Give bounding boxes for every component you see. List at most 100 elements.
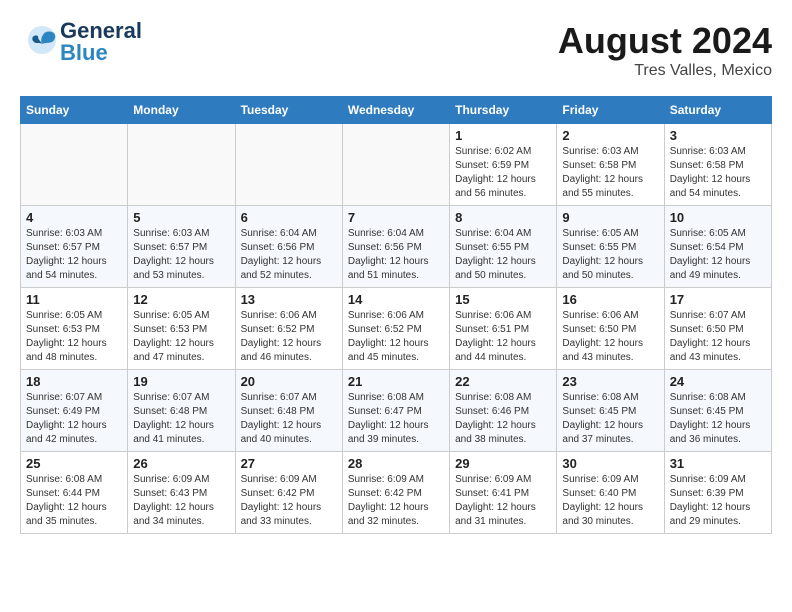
calendar-cell: 20 Sunrise: 6:07 AMSunset: 6:48 PMDayligh… (235, 370, 342, 452)
calendar-cell: 4 Sunrise: 6:03 AMSunset: 6:57 PMDaylight… (21, 206, 128, 288)
calendar-cell: 15Sunrise: 6:06 AMSunset: 6:51 PMDayligh… (450, 288, 557, 370)
day-number: 16 (562, 292, 658, 307)
sun-info: Sunrise: 6:05 AMSunset: 6:53 PMDaylight:… (26, 309, 122, 365)
day-number: 21 (348, 374, 444, 389)
sun-info: Sunrise: 6:07 AMSunset: 6:49 PMDaylight:… (26, 391, 122, 447)
sun-info: Sunrise: 6:09 AMSunset: 6:39 PMDaylight:… (670, 473, 766, 529)
sun-info: Sunrise: 6:02 AMSunset: 6:59 PMDaylight:… (455, 145, 551, 201)
location: Tres Valles, Mexico (558, 62, 772, 80)
day-number: 26 (133, 456, 229, 471)
calendar-cell: 19Sunrise: 6:07 AMSunset: 6:48 PMDayligh… (128, 370, 235, 452)
calendar-cell: 17Sunrise: 6:07 AMSunset: 6:50 PMDayligh… (664, 288, 771, 370)
calendar-cell: 28 Sunrise: 6:09 AMSunset: 6:42 PMDayligh… (342, 452, 449, 534)
calendar-cell: 29Sunrise: 6:09 AMSunset: 6:41 PMDayligh… (450, 452, 557, 534)
sun-info: Sunrise: 6:03 AMSunset: 6:58 PMDaylight:… (670, 145, 766, 201)
calendar-cell: 8Sunrise: 6:04 AMSunset: 6:55 PMDaylight… (450, 206, 557, 288)
sun-info: Sunrise: 6:07 AMSunset: 6:48 PMDaylight:… (241, 391, 337, 447)
day-number: 24 (670, 374, 766, 389)
header: General Blue August 2024 Tres Valles, Me… (20, 20, 772, 80)
day-number: 23 (562, 374, 658, 389)
day-number: 25 (26, 456, 122, 471)
week-row-3: 11 Sunrise: 6:05 AMSunset: 6:53 PMDayligh… (21, 288, 772, 370)
day-number: 1 (455, 128, 551, 143)
sun-info: Sunrise: 6:08 AMSunset: 6:44 PMDaylight:… (26, 473, 122, 529)
sun-info: Sunrise: 6:03 AMSunset: 6:57 PMDaylight:… (26, 227, 122, 283)
calendar-cell: 16 Sunrise: 6:06 AMSunset: 6:50 PMDayligh… (557, 288, 664, 370)
sun-info: Sunrise: 6:09 AMSunset: 6:41 PMDaylight:… (455, 473, 551, 529)
day-number: 20 (241, 374, 337, 389)
calendar-cell: 27 Sunrise: 6:09 AMSunset: 6:42 PMDayligh… (235, 452, 342, 534)
week-row-5: 25 Sunrise: 6:08 AMSunset: 6:44 PMDayligh… (21, 452, 772, 534)
title-block: August 2024 Tres Valles, Mexico (558, 20, 772, 80)
day-number: 9 (562, 210, 658, 225)
sun-info: Sunrise: 6:06 AMSunset: 6:50 PMDaylight:… (562, 309, 658, 365)
sun-info: Sunrise: 6:06 AMSunset: 6:52 PMDaylight:… (348, 309, 444, 365)
day-number: 12 (133, 292, 229, 307)
sun-info: Sunrise: 6:04 AMSunset: 6:55 PMDaylight:… (455, 227, 551, 283)
header-row: SundayMondayTuesdayWednesdayThursdayFrid… (21, 97, 772, 124)
day-header-tuesday: Tuesday (235, 97, 342, 124)
calendar-cell: 5Sunrise: 6:03 AMSunset: 6:57 PMDaylight… (128, 206, 235, 288)
day-number: 10 (670, 210, 766, 225)
sun-info: Sunrise: 6:04 AMSunset: 6:56 PMDaylight:… (348, 227, 444, 283)
sun-info: Sunrise: 6:09 AMSunset: 6:43 PMDaylight:… (133, 473, 229, 529)
day-number: 27 (241, 456, 337, 471)
calendar-body: 1 Sunrise: 6:02 AMSunset: 6:59 PMDaylight… (21, 124, 772, 534)
calendar-cell: 18 Sunrise: 6:07 AMSunset: 6:49 PMDayligh… (21, 370, 128, 452)
calendar-cell: 10 Sunrise: 6:05 AMSunset: 6:54 PMDayligh… (664, 206, 771, 288)
calendar-cell: 2 Sunrise: 6:03 AMSunset: 6:58 PMDaylight… (557, 124, 664, 206)
day-number: 5 (133, 210, 229, 225)
sun-info: Sunrise: 6:09 AMSunset: 6:42 PMDaylight:… (241, 473, 337, 529)
sun-info: Sunrise: 6:06 AMSunset: 6:51 PMDaylight:… (455, 309, 551, 365)
logo-icon (24, 22, 60, 58)
sun-info: Sunrise: 6:05 AMSunset: 6:54 PMDaylight:… (670, 227, 766, 283)
day-number: 28 (348, 456, 444, 471)
sun-info: Sunrise: 6:07 AMSunset: 6:50 PMDaylight:… (670, 309, 766, 365)
week-row-1: 1 Sunrise: 6:02 AMSunset: 6:59 PMDaylight… (21, 124, 772, 206)
calendar-header: SundayMondayTuesdayWednesdayThursdayFrid… (21, 97, 772, 124)
day-number: 31 (670, 456, 766, 471)
sun-info: Sunrise: 6:04 AMSunset: 6:56 PMDaylight:… (241, 227, 337, 283)
calendar-table: SundayMondayTuesdayWednesdayThursdayFrid… (20, 96, 772, 534)
calendar-cell: 7 Sunrise: 6:04 AMSunset: 6:56 PMDaylight… (342, 206, 449, 288)
calendar-cell: 26 Sunrise: 6:09 AMSunset: 6:43 PMDayligh… (128, 452, 235, 534)
day-number: 7 (348, 210, 444, 225)
day-header-friday: Friday (557, 97, 664, 124)
logo: General Blue (20, 20, 142, 64)
calendar-cell: 30Sunrise: 6:09 AMSunset: 6:40 PMDayligh… (557, 452, 664, 534)
calendar-cell: 3Sunrise: 6:03 AMSunset: 6:58 PMDaylight… (664, 124, 771, 206)
sun-info: Sunrise: 6:03 AMSunset: 6:58 PMDaylight:… (562, 145, 658, 201)
calendar-cell (342, 124, 449, 206)
day-number: 11 (26, 292, 122, 307)
calendar-cell: 31 Sunrise: 6:09 AMSunset: 6:39 PMDayligh… (664, 452, 771, 534)
calendar-cell: 13 Sunrise: 6:06 AMSunset: 6:52 PMDayligh… (235, 288, 342, 370)
day-number: 2 (562, 128, 658, 143)
calendar-cell: 22Sunrise: 6:08 AMSunset: 6:46 PMDayligh… (450, 370, 557, 452)
calendar-cell: 21Sunrise: 6:08 AMSunset: 6:47 PMDayligh… (342, 370, 449, 452)
calendar-cell: 6 Sunrise: 6:04 AMSunset: 6:56 PMDaylight… (235, 206, 342, 288)
day-number: 13 (241, 292, 337, 307)
calendar-cell: 25 Sunrise: 6:08 AMSunset: 6:44 PMDayligh… (21, 452, 128, 534)
day-number: 14 (348, 292, 444, 307)
day-number: 4 (26, 210, 122, 225)
month-year: August 2024 (558, 20, 772, 62)
sun-info: Sunrise: 6:08 AMSunset: 6:45 PMDaylight:… (670, 391, 766, 447)
sun-info: Sunrise: 6:05 AMSunset: 6:53 PMDaylight:… (133, 309, 229, 365)
day-number: 18 (26, 374, 122, 389)
logo-blue: Blue (60, 40, 108, 65)
day-number: 19 (133, 374, 229, 389)
calendar-cell: 9Sunrise: 6:05 AMSunset: 6:55 PMDaylight… (557, 206, 664, 288)
calendar-cell: 14 Sunrise: 6:06 AMSunset: 6:52 PMDayligh… (342, 288, 449, 370)
sun-info: Sunrise: 6:06 AMSunset: 6:52 PMDaylight:… (241, 309, 337, 365)
sun-info: Sunrise: 6:09 AMSunset: 6:42 PMDaylight:… (348, 473, 444, 529)
day-number: 22 (455, 374, 551, 389)
calendar-cell: 23Sunrise: 6:08 AMSunset: 6:45 PMDayligh… (557, 370, 664, 452)
day-header-monday: Monday (128, 97, 235, 124)
logo-text: General Blue (60, 20, 142, 64)
day-number: 30 (562, 456, 658, 471)
calendar-cell: 11 Sunrise: 6:05 AMSunset: 6:53 PMDayligh… (21, 288, 128, 370)
day-number: 6 (241, 210, 337, 225)
calendar-cell: 12 Sunrise: 6:05 AMSunset: 6:53 PMDayligh… (128, 288, 235, 370)
week-row-2: 4 Sunrise: 6:03 AMSunset: 6:57 PMDaylight… (21, 206, 772, 288)
calendar-cell: 24 Sunrise: 6:08 AMSunset: 6:45 PMDayligh… (664, 370, 771, 452)
